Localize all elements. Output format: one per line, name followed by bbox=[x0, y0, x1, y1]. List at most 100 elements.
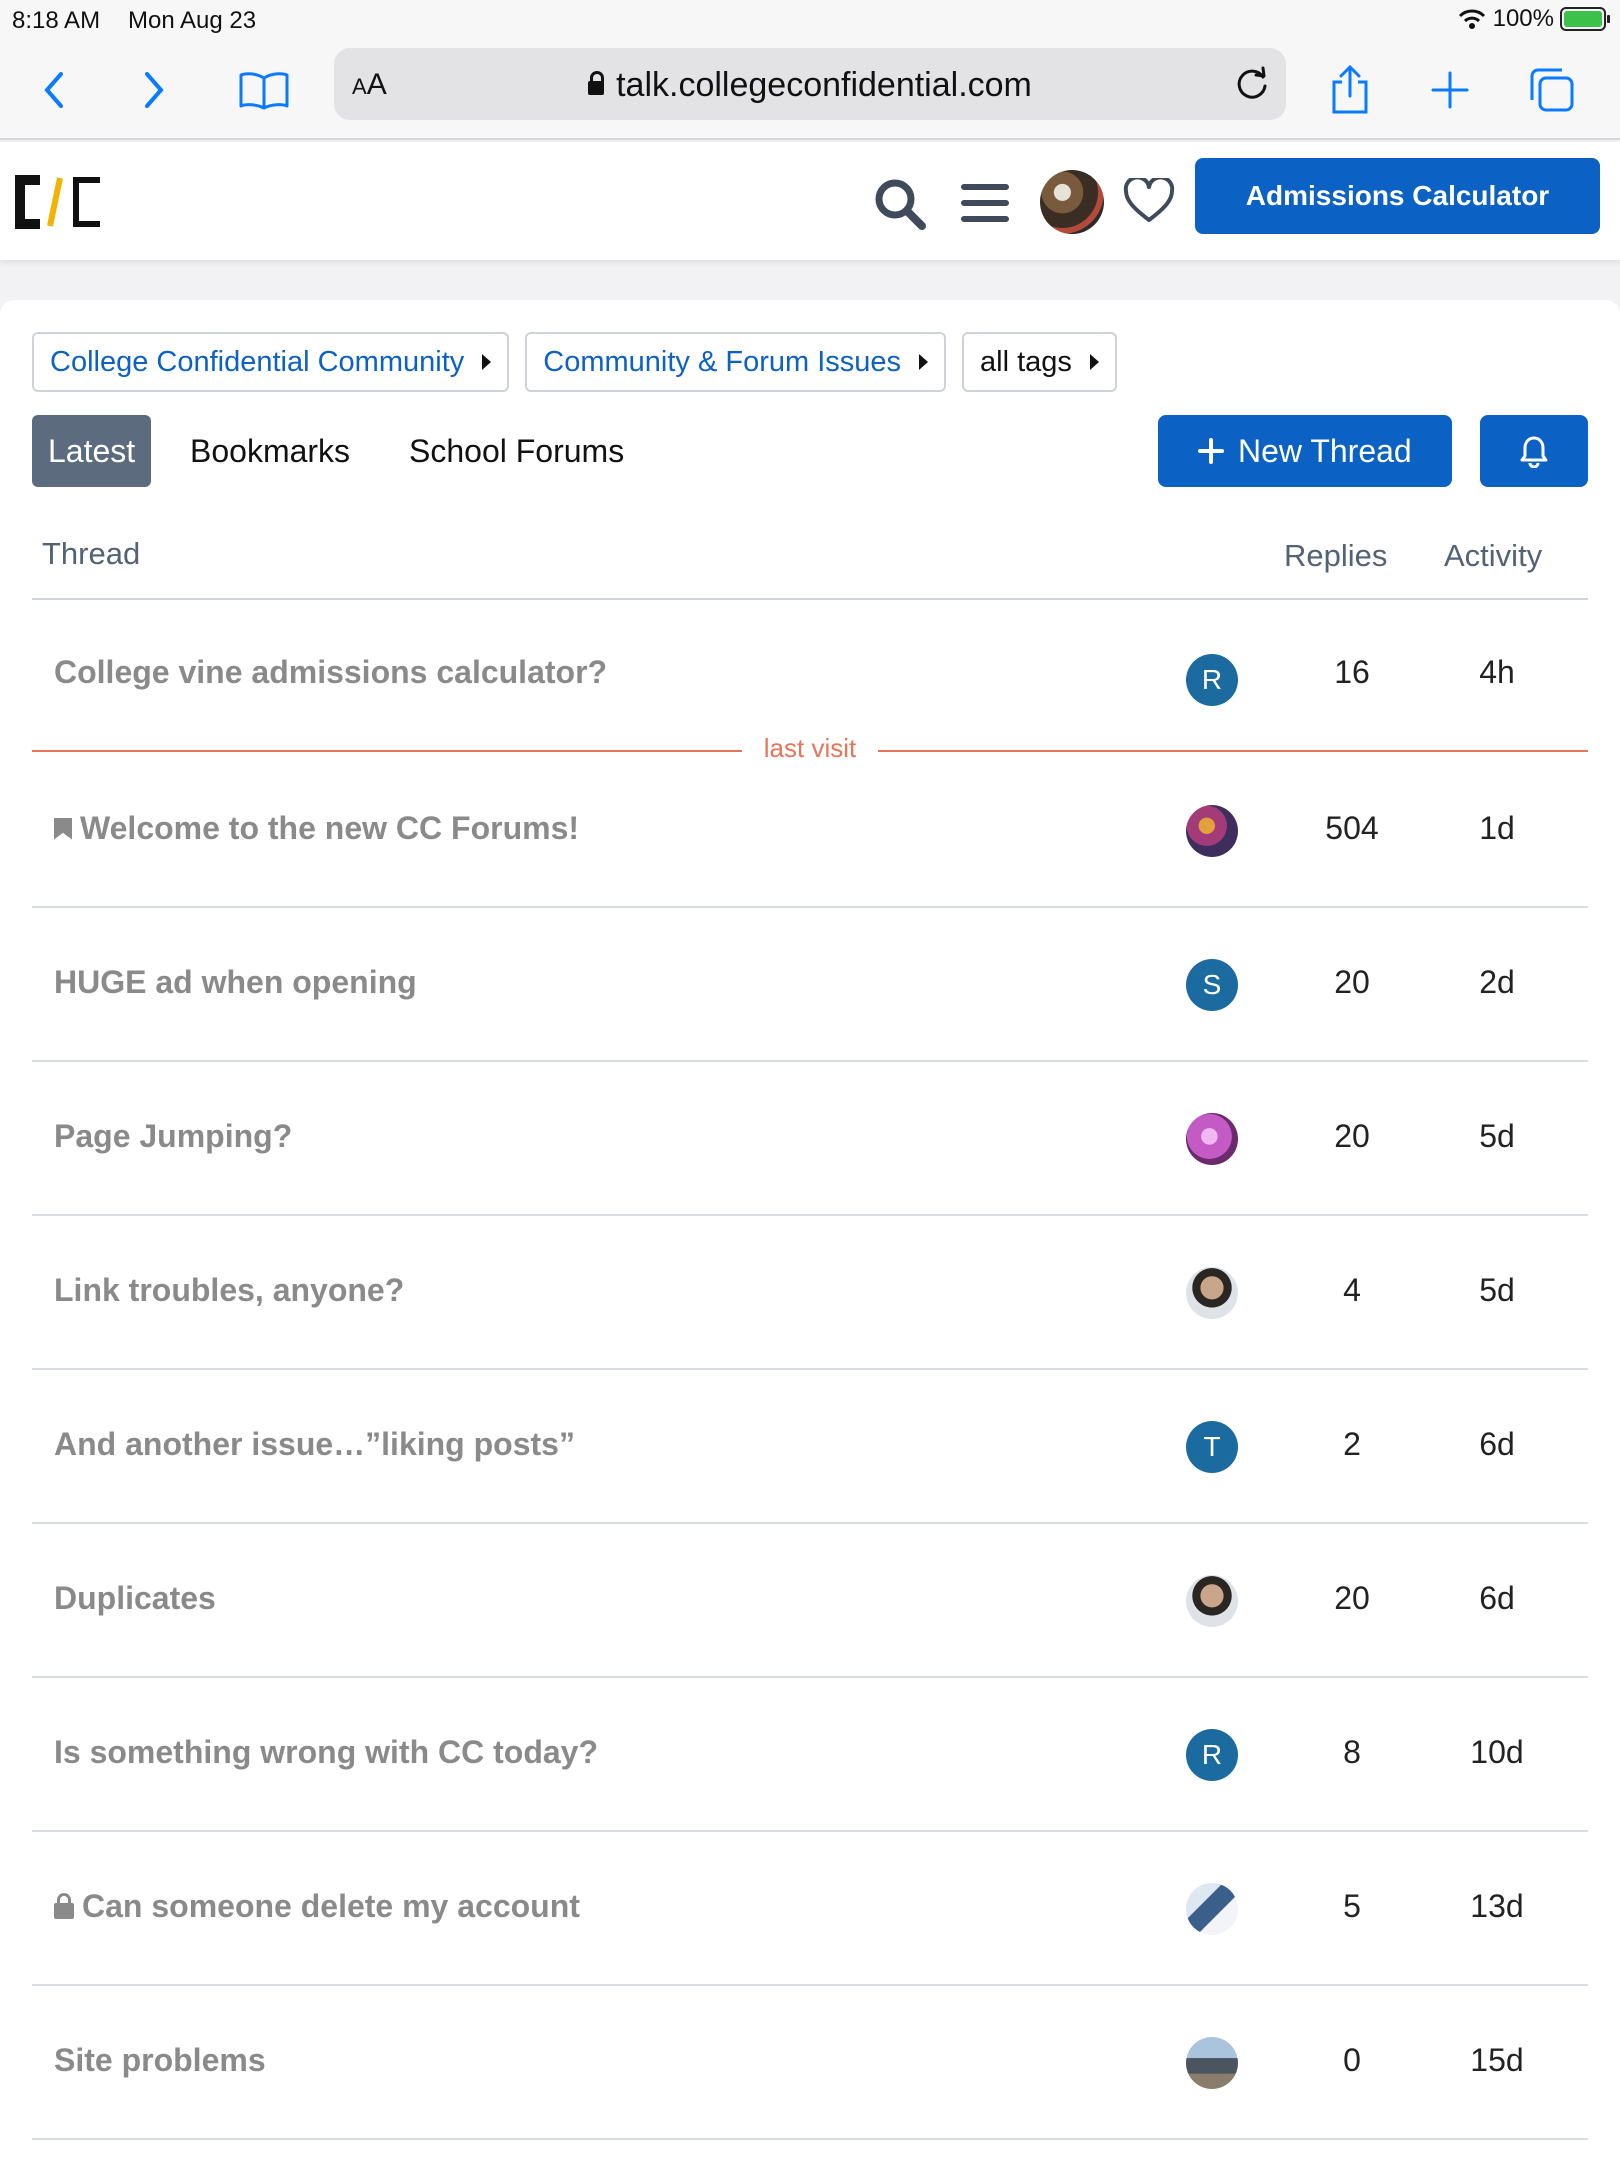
share-button[interactable] bbox=[1320, 60, 1380, 120]
user-avatar[interactable] bbox=[1040, 170, 1104, 234]
status-date: Mon Aug 23 bbox=[128, 7, 257, 34]
nav-row: Latest Bookmarks School Forums New Threa… bbox=[32, 415, 1588, 489]
status-right: 100% bbox=[1457, 5, 1610, 33]
breadcrumb-tags[interactable]: all tags bbox=[962, 332, 1117, 392]
avatar[interactable] bbox=[1186, 1883, 1238, 1935]
plus-icon bbox=[1198, 438, 1224, 464]
tab-school-forums[interactable]: School Forums bbox=[409, 415, 624, 487]
table-row: HUGE ad when opening S 20 2d bbox=[32, 908, 1588, 1062]
back-button[interactable] bbox=[24, 60, 84, 120]
lock-icon bbox=[588, 71, 605, 95]
new-thread-label: New Thread bbox=[1238, 432, 1412, 469]
breadcrumb-subcategory-label: Community & Forum Issues bbox=[543, 345, 902, 378]
url-text: talk.collegeconfidential.com bbox=[616, 66, 1032, 104]
caret-right-icon bbox=[919, 354, 929, 370]
status-time: 8:18 AM bbox=[12, 7, 101, 34]
wifi-icon bbox=[1458, 9, 1485, 29]
activity-time[interactable]: 5d bbox=[1422, 1272, 1572, 1309]
breadcrumb-category[interactable]: College Confidential Community bbox=[32, 332, 510, 392]
thread-list-header: Thread Replies Activity bbox=[32, 530, 1588, 600]
thread-title[interactable]: Welcome to the new CC Forums! bbox=[54, 810, 579, 847]
thread-title[interactable]: Site problems bbox=[54, 2042, 266, 2079]
activity-time[interactable]: 15d bbox=[1422, 2042, 1572, 2079]
new-thread-button[interactable]: New Thread bbox=[1158, 415, 1452, 487]
search-icon bbox=[875, 179, 926, 230]
tabs-icon bbox=[1530, 68, 1574, 112]
thread-title[interactable]: Is something wrong with CC today? bbox=[54, 1734, 598, 1771]
thread-title[interactable]: Link troubles, anyone? bbox=[54, 1272, 404, 1309]
battery-icon bbox=[1560, 7, 1610, 31]
menu-button[interactable] bbox=[956, 176, 1014, 230]
breadcrumb: College Confidential Community Community… bbox=[32, 332, 1117, 392]
caret-right-icon bbox=[1089, 354, 1099, 370]
favorites-button[interactable] bbox=[1122, 176, 1176, 226]
breadcrumb-subcategory[interactable]: Community & Forum Issues bbox=[525, 332, 947, 392]
table-row: College vine admissions calculator? R 16… bbox=[32, 602, 1588, 754]
lock-icon bbox=[54, 1892, 74, 1919]
admissions-calculator-button[interactable]: Admissions Calculator bbox=[1195, 158, 1600, 234]
site-header: Admissions Calculator bbox=[0, 142, 1620, 260]
bell-icon bbox=[1520, 436, 1548, 468]
avatar[interactable]: S bbox=[1186, 959, 1238, 1011]
notifications-button[interactable] bbox=[1480, 415, 1588, 487]
col-activity-header[interactable]: Activity bbox=[1444, 538, 1542, 574]
avatar[interactable] bbox=[1186, 1575, 1238, 1627]
book-icon bbox=[239, 72, 289, 110]
hamburger-icon bbox=[961, 184, 1009, 222]
college-confidential-logo[interactable] bbox=[12, 172, 104, 232]
avatar[interactable] bbox=[1186, 805, 1238, 857]
activity-time[interactable]: 5d bbox=[1422, 1118, 1572, 1155]
table-row: And another issue…”liking posts” T 2 6d bbox=[32, 1370, 1588, 1524]
activity-time[interactable]: 10d bbox=[1422, 1734, 1572, 1771]
col-thread-header: Thread bbox=[42, 536, 141, 571]
thread-title[interactable]: Duplicates bbox=[54, 1580, 216, 1617]
share-icon bbox=[1332, 64, 1368, 114]
avatar[interactable]: R bbox=[1186, 654, 1238, 706]
breadcrumb-tags-label: all tags bbox=[980, 345, 1072, 378]
thread-title[interactable]: College vine admissions calculator? bbox=[54, 654, 607, 691]
tab-bookmarks[interactable]: Bookmarks bbox=[190, 415, 350, 487]
chevron-right-icon bbox=[145, 72, 164, 108]
activity-time[interactable]: 6d bbox=[1422, 1426, 1572, 1463]
address-bar[interactable]: AA talk.collegeconfidential.com bbox=[334, 48, 1286, 120]
new-tab-button[interactable] bbox=[1420, 60, 1480, 120]
activity-time[interactable]: 2d bbox=[1422, 964, 1572, 1001]
reload-icon[interactable] bbox=[1232, 64, 1272, 104]
status-bar: 8:18 AM Mon Aug 23 100% bbox=[0, 0, 1620, 40]
avatar[interactable]: T bbox=[1186, 1421, 1238, 1473]
main-panel: College Confidential Community Community… bbox=[0, 300, 1620, 2160]
tab-latest[interactable]: Latest bbox=[32, 415, 152, 487]
chevron-left-icon bbox=[44, 72, 63, 108]
thread-title[interactable]: And another issue…”liking posts” bbox=[54, 1426, 575, 1463]
bookmark-icon bbox=[54, 817, 72, 840]
activity-time[interactable]: 1d bbox=[1422, 810, 1572, 847]
avatar[interactable] bbox=[1186, 2037, 1238, 2089]
avatar[interactable]: R bbox=[1186, 1729, 1238, 1781]
table-row: Welcome to the new CC Forums! 504 1d bbox=[32, 754, 1588, 908]
thread-title[interactable]: HUGE ad when opening bbox=[54, 964, 417, 1001]
caret-right-icon bbox=[482, 354, 492, 370]
activity-time[interactable]: 6d bbox=[1422, 1580, 1572, 1617]
plus-icon bbox=[1431, 71, 1469, 109]
search-button[interactable] bbox=[870, 174, 930, 234]
breadcrumb-category-label: College Confidential Community bbox=[50, 345, 465, 378]
activity-time[interactable]: 13d bbox=[1422, 1888, 1572, 1925]
battery-percent: 100% bbox=[1492, 5, 1554, 32]
thread-title[interactable]: Page Jumping? bbox=[54, 1118, 292, 1155]
table-row: Is something wrong with CC today? R 8 10… bbox=[32, 1678, 1588, 1832]
tabs-button[interactable] bbox=[1522, 60, 1582, 120]
bookmarks-button[interactable] bbox=[234, 60, 294, 120]
thread-title[interactable]: Can someone delete my account bbox=[54, 1888, 580, 1925]
table-row: Page Jumping? 20 5d bbox=[32, 1062, 1588, 1216]
forward-button[interactable] bbox=[124, 60, 184, 120]
avatar[interactable] bbox=[1186, 1113, 1238, 1165]
table-row: Site problems 0 15d bbox=[32, 1986, 1588, 2140]
table-row: Duplicates 20 6d bbox=[32, 1524, 1588, 1678]
browser-toolbar: AA talk.collegeconfidential.com bbox=[0, 40, 1620, 140]
thread-list: College vine admissions calculator? R 16… bbox=[32, 602, 1588, 2140]
url-display[interactable]: talk.collegeconfidential.com bbox=[334, 66, 1286, 105]
activity-time[interactable]: 4h bbox=[1422, 654, 1572, 691]
col-replies-header[interactable]: Replies bbox=[1284, 538, 1387, 574]
avatar[interactable] bbox=[1186, 1267, 1238, 1319]
table-row: Can someone delete my account 5 13d bbox=[32, 1832, 1588, 1986]
